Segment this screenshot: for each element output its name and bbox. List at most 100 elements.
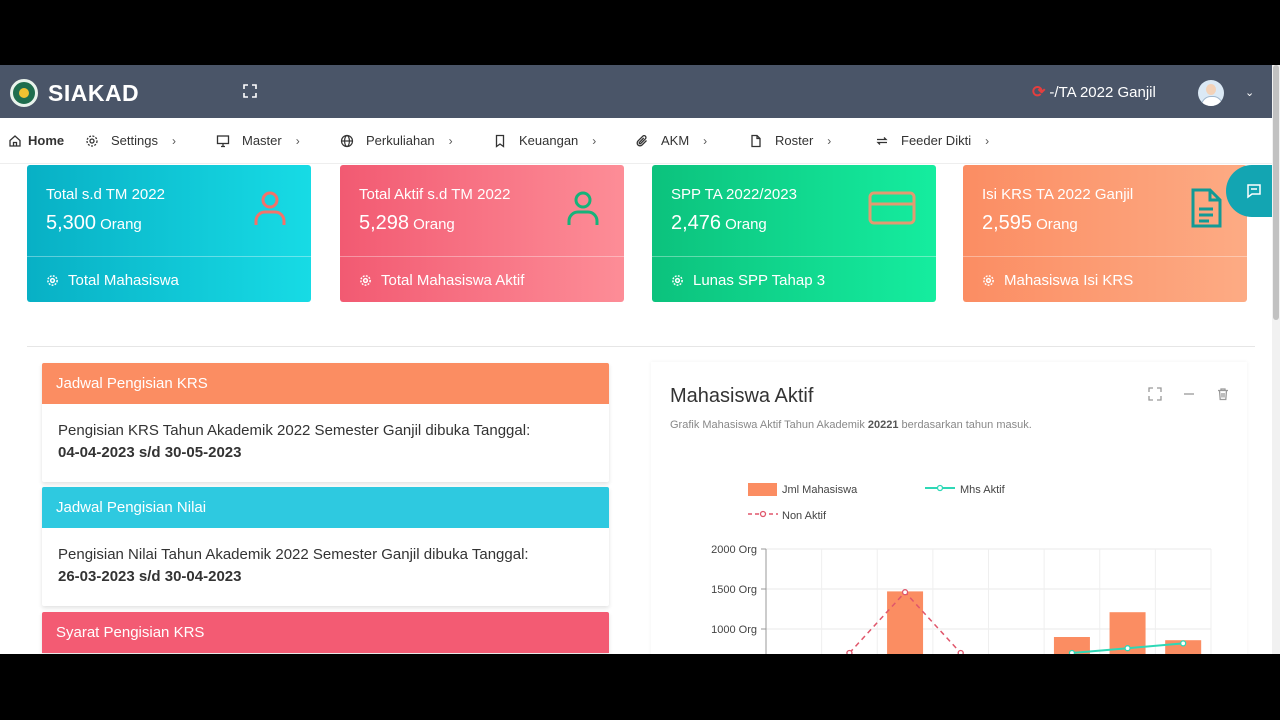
- chevron-right-icon: ›: [827, 133, 832, 148]
- panel-body: Pengisian Nilai Tahun Akademik 2022 Seme…: [42, 528, 609, 606]
- stat-card-spp[interactable]: SPP TA 2022/2023 2,476 Orang Lunas SPP Ta…: [652, 165, 936, 302]
- stat-label: SPP TA 2022/2023: [671, 186, 797, 203]
- repeat-icon: [876, 136, 888, 145]
- app-window: SIAKAD ⟳ -/TA 2022 Ganjil ⌄ Home Setting…: [0, 65, 1280, 654]
- monitor-icon: [216, 134, 230, 147]
- stat-value-row: 2,476 Orang: [671, 212, 767, 235]
- nav-item-master[interactable]: Master ›: [216, 133, 300, 148]
- home-icon: [9, 134, 21, 147]
- stat-label: Total Aktif s.d TM 2022: [359, 186, 511, 203]
- nav-item-feeder-dikti[interactable]: Feeder Dikti ›: [875, 133, 989, 148]
- panel-dates: 26-03-2023 s/d 30-04-2023: [58, 568, 242, 585]
- main-nav: Home Settings › Master › Perkuliahan › K…: [0, 118, 1280, 164]
- y-tick-label: 1000 Org: [711, 624, 757, 636]
- chevron-right-icon: ›: [592, 133, 597, 148]
- fullscreen-icon[interactable]: [243, 84, 257, 98]
- subtitle-prefix: Grafik Mahasiswa Aktif Tahun Akademik: [670, 419, 868, 431]
- stat-value: 5,300: [46, 212, 97, 234]
- card-divider: [963, 256, 1247, 257]
- chevron-right-icon: ›: [985, 133, 990, 148]
- chevron-right-icon: ›: [295, 133, 300, 148]
- nav-item-settings[interactable]: Settings ›: [85, 133, 176, 148]
- gear-icon: [360, 275, 371, 286]
- stat-value: 2,476: [671, 212, 722, 234]
- credit-card-icon: [868, 191, 916, 225]
- stat-footer: Mahasiswa Isi KRS: [982, 272, 1133, 289]
- nav-label: Keuangan: [519, 133, 579, 148]
- mhs-aktif-point: [1124, 645, 1131, 652]
- stat-unit: Orang: [413, 216, 455, 233]
- panel-title: Jadwal Pengisian Nilai: [42, 487, 609, 528]
- y-tick-label: 1500 Org: [711, 584, 757, 596]
- sync-icon: ⟳: [1032, 84, 1046, 101]
- section-divider: [27, 346, 1255, 347]
- gear-icon: [672, 275, 683, 286]
- academic-year-label: -/TA 2022 Ganjil: [1049, 83, 1156, 101]
- expand-icon[interactable]: [1148, 387, 1162, 401]
- stat-footer: Lunas SPP Tahap 3: [671, 272, 825, 289]
- subtitle-suffix: berdasarkan tahun masuk.: [898, 419, 1032, 431]
- chevron-right-icon: ›: [171, 133, 176, 148]
- legend-line-marker: [936, 484, 944, 492]
- paperclip-icon: [636, 134, 647, 146]
- trash-icon[interactable]: [1216, 387, 1230, 401]
- nav-item-akm[interactable]: AKM ›: [635, 133, 707, 148]
- bookmark-icon: [495, 134, 505, 148]
- stat-unit: Orang: [725, 216, 767, 233]
- panel-title: Syarat Pengisian KRS: [42, 612, 609, 653]
- nav-item-keuangan[interactable]: Keuangan ›: [493, 133, 596, 148]
- panel-text: Pengisian KRS Tahun Akademik 2022 Semest…: [58, 422, 531, 439]
- academic-year-selector[interactable]: ⟳ -/TA 2022 Ganjil: [1032, 82, 1156, 102]
- nav-label: Home: [28, 133, 65, 148]
- gear-icon: [983, 275, 994, 286]
- globe-icon: [340, 134, 354, 147]
- nav-item-roster[interactable]: Roster ›: [749, 133, 831, 148]
- subtitle-year: 20221: [867, 419, 899, 431]
- university-logo[interactable]: [10, 79, 38, 107]
- app-brand[interactable]: SIAKAD: [48, 80, 139, 107]
- chart-panel-title: Mahasiswa Aktif: [670, 385, 814, 407]
- chevron-right-icon: ›: [448, 133, 453, 148]
- stat-value-row: 5,300 Orang: [46, 212, 142, 235]
- legend-dashed-marker: [759, 510, 767, 518]
- user-avatar[interactable]: [1198, 80, 1224, 106]
- user-icon: [254, 191, 286, 225]
- nav-item-perkuliahan[interactable]: Perkuliahan ›: [340, 133, 453, 148]
- panel-body: Pengisian KRS Tahun Akademik 2022 Semest…: [42, 404, 609, 482]
- legend-bar-swatch: [748, 483, 777, 496]
- nav-label: Roster: [775, 133, 814, 148]
- minimize-icon[interactable]: [1182, 387, 1196, 401]
- nav-label: Settings: [111, 133, 158, 148]
- gear-icon: [86, 134, 98, 147]
- nav-label: Master: [242, 133, 282, 148]
- legend-label: Jml Mahasiswa: [782, 484, 858, 496]
- chevron-right-icon: ›: [703, 133, 708, 148]
- legend-label: Non Aktif: [782, 510, 827, 522]
- stat-footer-label: Total Mahasiswa: [68, 272, 179, 289]
- stat-footer: Total Mahasiswa Aktif: [359, 272, 524, 289]
- stat-footer-label: Lunas SPP Tahap 3: [693, 272, 826, 289]
- chevron-down-icon[interactable]: ⌄: [1245, 86, 1254, 99]
- stat-unit: Orang: [100, 216, 142, 233]
- page-scrollbar[interactable]: [1272, 65, 1280, 654]
- chart-panel-mahasiswa-aktif: Mahasiswa Aktif Grafik Mahasiswa Aktif T…: [651, 362, 1247, 654]
- chart-panel-subtitle: Grafik Mahasiswa Aktif Tahun Akademik 20…: [670, 419, 1032, 431]
- nav-item-home[interactable]: Home: [8, 133, 64, 148]
- stat-card-mahasiswa-aktif[interactable]: Total Aktif s.d TM 2022 5,298 Orang Total…: [340, 165, 624, 302]
- stat-footer-label: Mahasiswa Isi KRS: [1004, 272, 1134, 289]
- legend-label: Mhs Aktif: [960, 484, 1006, 496]
- stat-footer: Total Mahasiswa: [46, 272, 179, 289]
- mahasiswa-chart: Jml Mahasiswa Mhs Aktif Non Aktif 2000 Org 1…: [711, 483, 1212, 654]
- stat-label: Isi KRS TA 2022 Ganjil: [982, 186, 1134, 203]
- stat-card-total-mahasiswa[interactable]: Total s.d TM 2022 5,300 Orang Total Mahas…: [27, 165, 311, 302]
- stat-card-isi-krs[interactable]: Isi KRS TA 2022 Ganjil 2,595 Orang Mahasi…: [963, 165, 1247, 302]
- stat-label: Total s.d TM 2022: [46, 186, 165, 203]
- stat-unit: Orang: [1036, 216, 1078, 233]
- panel-title: Jadwal Pengisian KRS: [42, 363, 609, 404]
- stat-value-row: 5,298 Orang: [359, 212, 455, 235]
- dashboard-content: Total s.d TM 2022 5,300 Orang Total Mahas…: [8, 164, 1280, 654]
- panel-text: Pengisian Nilai Tahun Akademik 2022 Seme…: [58, 546, 529, 563]
- panel-dates: 04-04-2023 s/d 30-05-2023: [58, 444, 242, 461]
- non-aktif-point: [957, 649, 964, 654]
- card-divider: [340, 256, 624, 257]
